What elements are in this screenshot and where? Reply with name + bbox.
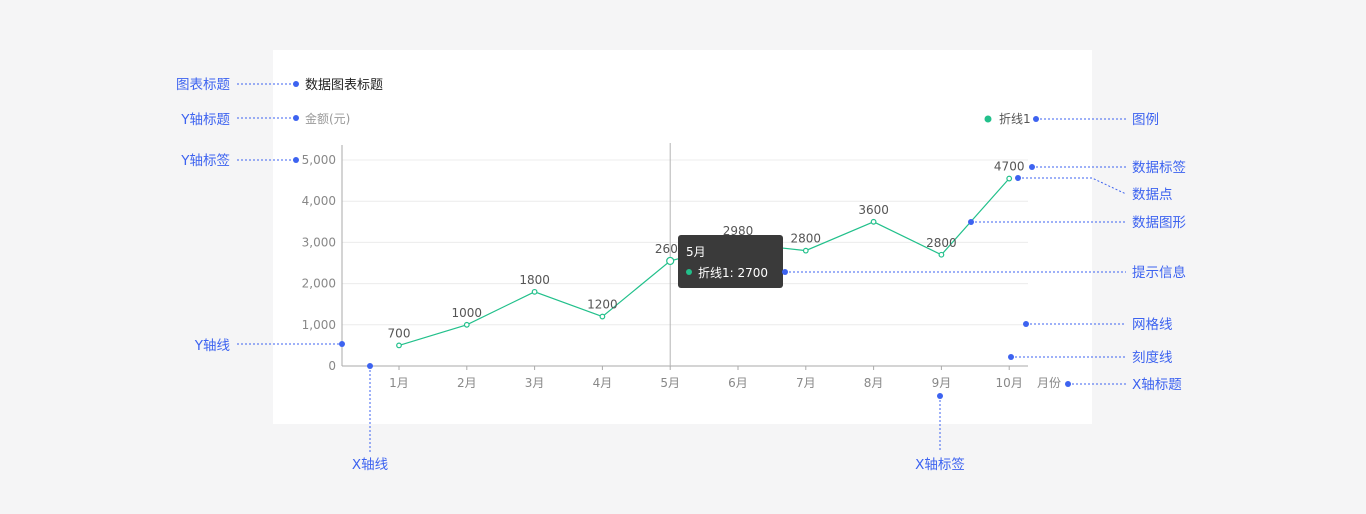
data-point (870, 218, 877, 225)
annotation-grid-line: 网格线 (1132, 317, 1173, 333)
data-label: 1800 (519, 273, 550, 287)
annotation-data-shape: 数据图形 (1132, 215, 1186, 231)
annotation-y-axis-title: Y轴标题 (180, 112, 230, 128)
data-label: 2800 (926, 236, 957, 250)
annotation-y-axis-label: Y轴标签 (180, 152, 230, 169)
annotation-tooltip: 提示信息 (1132, 264, 1186, 281)
x-tick-label: 1月 (389, 376, 409, 390)
legend-label: 折线1 (999, 111, 1031, 126)
data-point (1006, 175, 1013, 182)
y-tick-label: 2,000 (302, 277, 336, 291)
y-tick-label: 1,000 (302, 318, 336, 332)
chart-figure: 数据图表标题 金额(元) 折线1 0 1,000 2,000 3,000 4,000 5,… (176, 50, 1186, 473)
tooltip-text: 折线1: 2700 (698, 265, 768, 280)
legend-marker (984, 115, 992, 123)
data-point (463, 321, 470, 328)
data-label: 4700 (994, 160, 1025, 174)
tooltip-box (678, 235, 783, 288)
x-tick-label: 7月 (796, 376, 816, 390)
annotation-tick-line: 刻度线 (1132, 350, 1173, 366)
data-point (666, 256, 675, 266)
y-axis-title: 金额(元) (305, 111, 350, 126)
annotation-chart-title: 图表标题 (176, 77, 230, 93)
data-point (938, 251, 945, 258)
data-label: 700 (388, 326, 411, 340)
x-tick-label: 5月 (660, 376, 680, 390)
annotation-x-axis-label: X轴标签 (915, 456, 965, 473)
data-label: 1000 (452, 306, 483, 320)
x-axis-title: 月份 (1037, 376, 1061, 390)
x-tick-label: 10月 (996, 376, 1023, 390)
y-tick-label: 5,000 (302, 153, 336, 167)
y-tick-label: 3,000 (302, 235, 336, 249)
x-tick-label: 8月 (864, 376, 884, 390)
annotation-data-point: 数据点 (1132, 187, 1173, 203)
annotation-x-axis-title: X轴标题 (1132, 377, 1182, 393)
x-tick-label: 6月 (728, 376, 748, 390)
annotation-data-label: 数据标签 (1132, 159, 1186, 176)
data-label: 3600 (858, 203, 889, 217)
data-label: 2800 (791, 232, 822, 246)
data-point (531, 288, 538, 295)
annotation-x-axis-line: X轴线 (352, 457, 388, 473)
chart-title: 数据图表标题 (305, 78, 383, 93)
data-point (396, 342, 402, 349)
annotation-y-axis-line: Y轴线 (194, 338, 230, 354)
data-point (599, 313, 606, 320)
x-tick-label: 9月 (932, 376, 952, 390)
x-tick-label: 3月 (525, 376, 545, 390)
x-tick-label: 4月 (593, 376, 613, 390)
data-point (802, 247, 809, 254)
y-tick-label: 0 (328, 359, 336, 373)
x-tick-label: 2月 (457, 376, 477, 390)
data-label: 1200 (587, 298, 618, 312)
y-tick-label: 4,000 (302, 194, 336, 208)
tooltip: 5月 折线1: 2700 (678, 235, 783, 288)
tooltip-marker (686, 269, 692, 275)
tooltip-title: 5月 (686, 245, 706, 259)
annotation-legend: 图例 (1132, 112, 1159, 128)
